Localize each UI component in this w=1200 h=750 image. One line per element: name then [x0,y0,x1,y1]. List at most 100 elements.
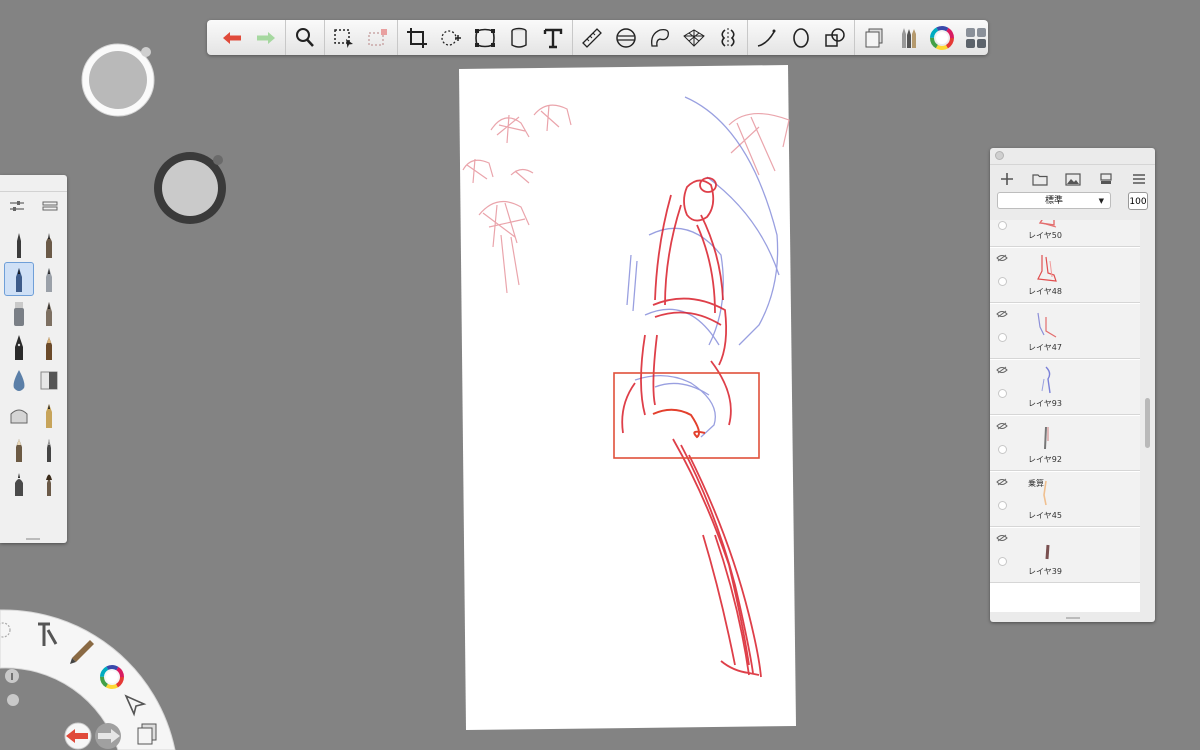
zoom-button[interactable] [288,23,322,53]
marker-brush[interactable] [4,296,34,330]
lagoon-redo-button[interactable] [95,723,121,749]
copic-library-icon [966,27,986,48]
layer-row[interactable]: レイヤ50 [990,220,1140,247]
perspective-icon [683,28,705,47]
crop-button[interactable] [400,23,434,53]
transform-button[interactable] [434,23,468,53]
layer-opacity-field[interactable]: 100 [1128,192,1148,210]
fill-button[interactable] [502,23,536,53]
distort-button[interactable] [468,23,502,53]
layer-row[interactable]: レイヤ92 [990,416,1140,471]
layer-editor-button[interactable] [857,23,891,53]
ruler-button[interactable] [575,23,609,53]
chevron-down-icon: ▼ [1098,197,1104,205]
layer-panel-close-button[interactable] [995,151,1004,160]
layer-menu-button[interactable] [1128,170,1150,188]
plus-icon [1001,173,1013,185]
color-puck-dark[interactable] [152,150,228,226]
layer-row[interactable]: レイヤ93 [990,360,1140,415]
layer-panel-resize-handle[interactable] [1066,617,1080,619]
selection-button[interactable] [327,23,361,53]
layer-row[interactable]: 乗算 レイヤ45 [990,472,1140,527]
eye-hidden-icon[interactable] [996,310,1008,318]
ballpoint-brush[interactable] [34,228,64,262]
eye-hidden-icon[interactable] [996,534,1008,542]
layer-list: レイヤ50 レイヤ48 レイヤ47 レイヤ93 レイヤ92 乗算 レイヤ45 レイヤ39 [990,220,1140,612]
ellipse-guide-button[interactable] [609,23,643,53]
round-brush[interactable] [34,466,64,500]
layer-row[interactable]: レイヤ39 [990,528,1140,583]
fine-pen-brush[interactable] [4,466,34,500]
undo-button[interactable] [215,23,249,53]
chisel-brush-icon [46,302,52,326]
lagoon-undo-button[interactable] [64,722,92,750]
airbrush-brush[interactable] [4,262,34,296]
hard-pencil-brush[interactable] [34,398,64,432]
fountain-pen-brush-icon [15,335,23,360]
eye-hidden-icon[interactable] [996,422,1008,430]
layer-select-radio[interactable] [998,389,1007,398]
layer-select-radio[interactable] [998,501,1007,510]
symmetry-button[interactable] [711,23,745,53]
blender-brush-icon [13,370,25,391]
perspective-button[interactable] [677,23,711,53]
felt-tip-brush[interactable] [34,330,64,364]
color-editor-button[interactable] [925,23,959,53]
layer-thumbnail [1045,544,1050,560]
ink-brush[interactable] [4,432,34,466]
shape-tool-button[interactable] [818,23,852,53]
color-puck-light[interactable] [80,42,156,118]
layer-row[interactable]: レイヤ48 [990,248,1140,303]
redo-button[interactable] [249,23,283,53]
layer-name: レイヤ92 [1028,455,1062,464]
blender-brush[interactable] [4,364,34,398]
brush-palette-header[interactable] [0,175,67,192]
airbrush-brush-icon [16,268,22,292]
clear-layer-button[interactable] [1095,170,1117,188]
stroke-tool-button[interactable] [750,23,784,53]
eye-hidden-icon[interactable] [996,254,1008,262]
image-icon [1065,173,1081,186]
add-group-button[interactable] [1029,170,1051,188]
french-curve-button[interactable] [643,23,677,53]
layer-panel-titlebar[interactable] [990,148,1155,165]
blend-mode-select[interactable]: 標準 ▼ [997,192,1111,209]
layer-icon [1100,173,1112,184]
brush-properties-icon[interactable] [8,199,26,213]
add-layer-button[interactable] [996,170,1018,188]
layer-select-radio[interactable] [998,445,1007,454]
layer-row[interactable]: レイヤ47 [990,304,1140,359]
drawing-canvas[interactable] [459,65,796,730]
copic-library-button[interactable] [959,23,993,53]
brush-view-toggle-icon[interactable] [41,199,59,213]
lagoon-info-button[interactable] [5,669,19,683]
smear-brush[interactable] [4,398,34,432]
eye-hidden-icon[interactable] [996,366,1008,374]
brush-library-button[interactable] [891,23,925,53]
hard-pencil-brush-icon [46,404,52,428]
eraser-brush[interactable] [34,364,64,398]
brush-grid [4,228,64,500]
layer-select-radio[interactable] [998,333,1007,342]
layer-select-radio[interactable] [998,277,1007,286]
add-image-button[interactable] [1062,170,1084,188]
brush-library-icon [902,27,916,48]
layer-name: レイヤ93 [1028,399,1062,408]
wash-brush[interactable] [34,432,64,466]
pencil-brush[interactable] [4,228,34,262]
shape-ellipse-button[interactable] [784,23,818,53]
wash-brush-icon [47,439,51,462]
chisel-brush[interactable] [34,296,64,330]
clear-selection-button[interactable] [361,23,395,53]
layer-select-radio[interactable] [998,221,1007,230]
layer-name: レイヤ48 [1028,287,1062,296]
paint-brush[interactable] [34,262,64,296]
brush-palette-resize-handle[interactable] [26,538,40,540]
layer-list-scrollbar[interactable] [1145,398,1150,448]
layer-select-radio[interactable] [998,557,1007,566]
text-button[interactable] [536,23,570,53]
pencil-brush-icon [17,233,21,258]
fill-icon [511,27,527,48]
eye-hidden-icon[interactable] [996,478,1008,486]
fountain-pen-brush[interactable] [4,330,34,364]
